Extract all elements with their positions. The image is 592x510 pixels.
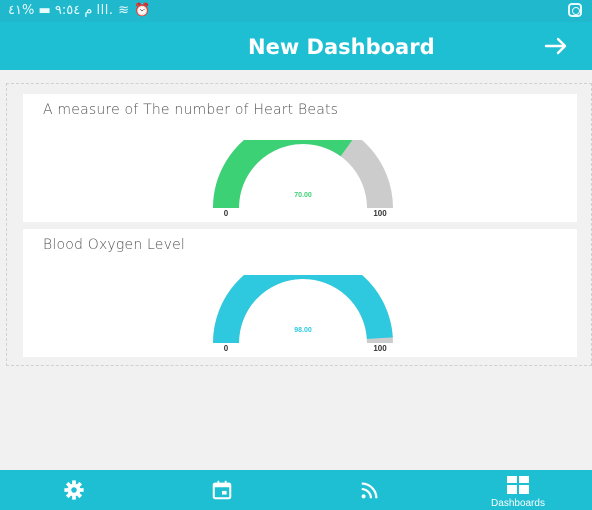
status-text: م ٩:٥٤ ▬ %٤١ lll. ≋ ⏰ (8, 3, 151, 18)
nav-label: Dashboards (491, 498, 545, 509)
gauge-value-label: 98.00 (294, 327, 312, 334)
blood-oxygen-gauge: 0 100 98.00 (213, 275, 393, 353)
dashboard-icon (507, 476, 529, 494)
gauge-min-label: 0 (224, 209, 229, 218)
bottom-nav: Dashboards (0, 470, 592, 510)
heart-beats-card: A measure of The number of Heart Beats 0… (23, 94, 577, 222)
gauge-max-label: 100 (373, 209, 387, 218)
page-title: New Dashboard (248, 35, 435, 59)
gauge-min-label: 0 (224, 344, 229, 353)
instagram-icon (568, 3, 582, 17)
status-bar: م ٩:٥٤ ▬ %٤١ lll. ≋ ⏰ (0, 0, 592, 22)
nav-calendar[interactable] (148, 470, 296, 510)
gauge-max-label: 100 (373, 344, 387, 353)
blood-oxygen-card: Blood Oxygen Level 0 100 98.00 (23, 229, 577, 357)
card-title: A measure of The number of Heart Beats (43, 102, 339, 118)
heart-beats-gauge: 0 100 70.00 (213, 140, 393, 218)
nav-dashboards[interactable]: Dashboards (444, 470, 592, 510)
card-title: Blood Oxygen Level (43, 237, 186, 253)
gauge-value-label: 70.00 (294, 192, 312, 199)
app-bar: New Dashboard (0, 22, 592, 70)
nav-feed[interactable] (296, 470, 444, 510)
rss-icon (361, 482, 378, 499)
calendar-icon (212, 480, 232, 500)
gauge-fill (213, 140, 353, 209)
dashboard-content: A measure of The number of Heart Beats 0… (6, 83, 592, 366)
arrow-right-icon[interactable] (542, 32, 570, 60)
gear-icon (64, 480, 84, 500)
nav-settings[interactable] (0, 470, 148, 510)
